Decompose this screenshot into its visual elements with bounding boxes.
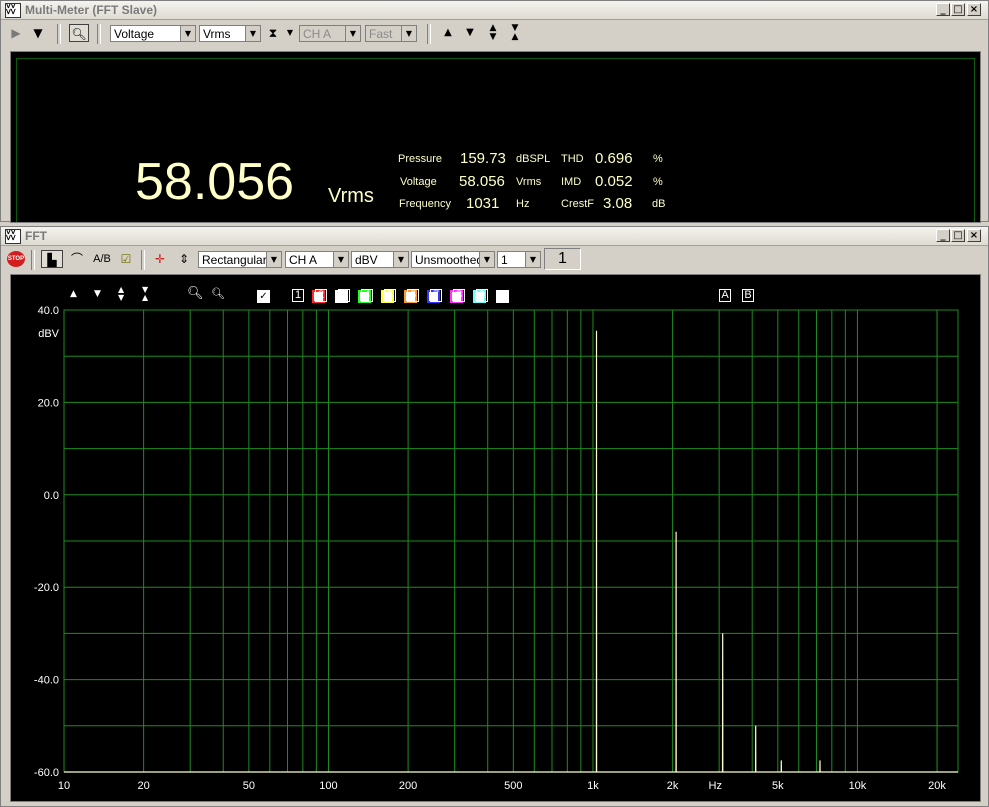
- fft-window: ᐯᐯ ᐯᐯ FFT _ □ × STOP ▙ ⌒ A/B ☑ ✛ ⇕ Rectan…: [0, 226, 989, 807]
- fft-panel: ▲ ▼ ▲ ▼ ▼ ▲ 🔍︎ 🔍︎ ✓ 123456789 A B 40.0 20.0…: [10, 274, 981, 802]
- imd-label: IMD: [561, 176, 582, 188]
- fft-toolbar: STOP ▙ ⌒ A/B ☑ ✛ ⇕ Rectangular ▼ CH A ▼ dB…: [1, 246, 988, 272]
- curve-mode-icon[interactable]: ⌒: [67, 250, 87, 268]
- fft-titlebar[interactable]: ᐯᐯ ᐯᐯ FFT _ □ ×: [1, 227, 988, 246]
- multimeter-toolbar: ▶ ▼ 🔍︎ Voltage ▼ Vrms ▼ ⧗ ▼ CH A ▼ Fast ▼ ▲ …: [1, 20, 988, 46]
- chevron-down-icon: ▼: [525, 252, 540, 267]
- chevron-down-icon: ▼: [345, 26, 360, 41]
- multimeter-window: ᐯᐯ ᐯᐯ Multi-Meter (FFT Slave) _ □ × ▶ ▼ 🔍…: [0, 0, 989, 223]
- pressure-label: Pressure: [398, 153, 443, 165]
- fft-title: FFT: [25, 229, 47, 243]
- crestf-unit: dB: [652, 198, 666, 210]
- minimize-button[interactable]: _: [936, 3, 950, 16]
- frequency-value: 1031: [466, 195, 500, 212]
- dropdown-arrow-icon[interactable]: ▼: [285, 24, 295, 42]
- main-readout-unit: Vrms: [328, 185, 374, 207]
- chevron-down-icon: ▼: [393, 252, 408, 267]
- minimize-button[interactable]: _: [936, 229, 950, 242]
- x-tick-label: 10k: [849, 780, 867, 792]
- window-function-select[interactable]: Rectangular ▼: [198, 251, 282, 268]
- stop-button[interactable]: STOP: [7, 251, 25, 267]
- main-readout-value: 58.056: [135, 153, 295, 211]
- voltage-unit: Vrms: [516, 176, 542, 188]
- unit-select[interactable]: Vrms ▼: [199, 25, 261, 42]
- chevron-down-icon: ▼: [479, 252, 494, 267]
- y-tick-label: 0.0: [44, 490, 59, 502]
- x-tick-label: 200: [399, 780, 417, 792]
- x-tick-label: 20k: [928, 780, 946, 792]
- multimeter-titlebar[interactable]: ᐯᐯ ᐯᐯ Multi-Meter (FFT Slave) _ □ ×: [1, 1, 988, 20]
- app-icon: ᐯᐯ ᐯᐯ: [5, 3, 21, 18]
- y-tick-label: -60.0: [34, 767, 59, 779]
- x-tick-label: 50: [243, 780, 255, 792]
- move-up-icon[interactable]: ▲: [441, 24, 455, 42]
- fft-channel-select[interactable]: CH A ▼: [285, 251, 349, 268]
- y-tick-label: -20.0: [34, 582, 59, 594]
- x-tick-label: 2k: [667, 780, 679, 792]
- spectrum-trace: [64, 330, 958, 773]
- x-tick-label: 100: [319, 780, 337, 792]
- chevron-down-icon: ▼: [401, 26, 416, 41]
- spectrum-bars-icon[interactable]: ▙: [41, 250, 63, 268]
- maximize-button[interactable]: □: [951, 229, 965, 242]
- maximize-button[interactable]: □: [951, 3, 965, 16]
- pressure-value: 159.73: [460, 150, 506, 167]
- chevron-down-icon: ▼: [245, 26, 260, 41]
- frequency-unit: Hz: [516, 198, 530, 210]
- x-tick-label: 10: [58, 780, 70, 792]
- x-tick-label: 5k: [772, 780, 784, 792]
- close-button[interactable]: ×: [967, 229, 981, 242]
- run-icon[interactable]: ▶: [9, 24, 23, 42]
- thd-label: THD: [561, 153, 584, 165]
- x-tick-label: 1k: [587, 780, 599, 792]
- checkbox-toggle-icon[interactable]: ☑: [117, 250, 135, 268]
- chevron-down-icon: ▼: [180, 26, 195, 41]
- voltage-value: 58.056: [459, 173, 505, 190]
- speed-select: Fast ▼: [365, 25, 417, 42]
- close-button[interactable]: ×: [967, 3, 981, 16]
- crestf-value: 3.08: [603, 195, 633, 212]
- smoothing-select[interactable]: Unsmoothed ▼: [411, 251, 495, 268]
- chevron-down-icon: ▼: [333, 252, 348, 267]
- dropdown-arrow-icon[interactable]: ▼: [31, 24, 45, 42]
- move-down-icon[interactable]: ▼: [463, 24, 477, 42]
- voltage-label: Voltage: [400, 176, 437, 188]
- pressure-unit: dBSPL: [516, 153, 551, 165]
- scale-fit-icon[interactable]: ⇕: [175, 250, 193, 268]
- imd-unit: %: [653, 176, 663, 188]
- thd-unit: %: [653, 153, 663, 165]
- imd-value: 0.052: [595, 173, 633, 190]
- chevron-down-icon: ▼: [266, 252, 281, 267]
- range-icon[interactable]: ⧗: [265, 24, 281, 42]
- y-axis-label: dBV: [38, 328, 59, 340]
- y-tick-label: 20.0: [38, 397, 59, 409]
- y-tick-label: -40.0: [34, 675, 59, 687]
- average-readout: 1: [544, 248, 581, 270]
- channel-select: CH A ▼: [299, 25, 361, 42]
- crestf-label: CrestF: [561, 198, 594, 210]
- thd-value: 0.696: [595, 150, 633, 167]
- x-axis-label: Hz: [709, 780, 722, 792]
- x-tick-label: 20: [137, 780, 149, 792]
- meter-display: 58.056 Vrms Pressure 159.73 dBSPL Voltag…: [10, 51, 981, 223]
- measurement-mode-select[interactable]: Voltage ▼: [110, 25, 196, 42]
- ab-compare-button[interactable]: A/B: [91, 250, 113, 268]
- y-tick-label: 40.0: [38, 305, 59, 317]
- x-tick-label: 500: [504, 780, 522, 792]
- fft-spectrum-chart: 40.0 20.0 0.0 -20.0 -40.0 -60.0 dBV 10 20 50 100 20…: [34, 305, 959, 792]
- compress-icon[interactable]: ▼ ▲: [507, 24, 523, 42]
- expand-icon[interactable]: ▲ ▼: [485, 24, 501, 42]
- average-count-select[interactable]: 1 ▼: [497, 251, 541, 268]
- cursor-cross-icon[interactable]: ✛: [151, 250, 169, 268]
- multimeter-title: Multi-Meter (FFT Slave): [25, 3, 158, 17]
- frequency-label: Frequency: [399, 198, 451, 210]
- search-icon[interactable]: 🔍︎: [69, 24, 89, 42]
- app-icon: ᐯᐯ ᐯᐯ: [5, 229, 21, 244]
- fft-unit-select[interactable]: dBV ▼: [351, 251, 409, 268]
